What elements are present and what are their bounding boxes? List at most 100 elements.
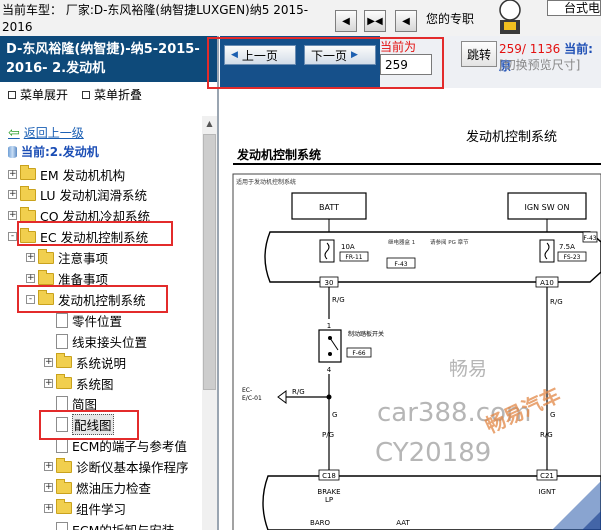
prev-page-label: 上一页 [241, 48, 278, 63]
wire-g-2: G [550, 411, 555, 419]
ec-ref-1: EC- [242, 387, 252, 394]
folder-icon [38, 290, 54, 306]
fuse1-amp: 10A [341, 243, 355, 251]
page-current: 259 [499, 42, 522, 56]
tree-item-label: 系统说明 [76, 355, 127, 371]
expand-icon[interactable]: + [44, 378, 53, 388]
tree-item-label: 零件位置 [72, 313, 123, 329]
menu-controls: 菜单展开 菜单折叠 [0, 86, 217, 102]
square-icon [8, 90, 16, 99]
jump-button[interactable]: 跳转 [461, 41, 497, 67]
nav-back-button[interactable]: ◀ [335, 10, 357, 32]
tree-item[interactable]: - 发动机控制系统 [26, 290, 146, 308]
tree-item[interactable]: + EM 发动机机构 [8, 165, 125, 183]
document-icon [56, 312, 68, 328]
menu-collapse-button[interactable]: 菜单折叠 [82, 86, 142, 103]
expand-icon[interactable]: + [8, 190, 17, 200]
lp-label: LP [325, 496, 333, 504]
tree-item[interactable]: ECM的拆卸与安装 [44, 520, 174, 530]
expand-icon[interactable]: + [26, 274, 35, 283]
folder-icon [56, 499, 72, 515]
tree-item-label: 系统图 [76, 376, 114, 392]
pin-1: 1 [327, 322, 331, 330]
next-page-button[interactable]: 下一页 ▶ [304, 45, 376, 65]
pager-bar: ◀ 上一页 下一页 ▶ [220, 36, 380, 88]
menu-expand-button[interactable]: 菜单展开 [8, 86, 68, 103]
toggle-preview-size-link[interactable]: [切换预览尺寸] [499, 56, 580, 73]
tree-item[interactable]: + 系统图 [44, 374, 114, 392]
tree-item[interactable]: + 诊断仪基本操作程序 [44, 457, 189, 476]
fuse1-code: FR-11 [345, 254, 362, 261]
panel-divider [217, 36, 219, 530]
next-page-label: 下一页 [311, 48, 348, 63]
ec-ref-2: E/C-01 [242, 395, 262, 402]
double-arrow-icon: ▶◀ [367, 15, 383, 27]
folder-icon [38, 269, 54, 285]
nav-toggle-button[interactable]: ▶◀ [364, 10, 386, 32]
tree-scrollbar[interactable]: ▲ [202, 116, 217, 530]
wire-rg-2: R/G [550, 298, 563, 306]
tree-item[interactable]: 零件位置 [44, 311, 122, 329]
folder-icon [20, 185, 36, 201]
tree-item[interactable]: + 燃油压力检查 [44, 478, 151, 497]
folder-icon [56, 353, 72, 369]
mascot-logo-icon [499, 0, 521, 34]
tree-item[interactable]: - EC 发动机控制系统 [8, 227, 149, 246]
tree-item[interactable]: + LU 发动机润滑系统 [8, 185, 147, 204]
tree-item[interactable]: + CO 发动机冷却系统 [8, 206, 150, 225]
brand-label: 台式电 [547, 0, 601, 16]
pin-c18: C18 [322, 472, 336, 480]
wire-pg-1: P/G [322, 431, 334, 439]
document-icon [56, 417, 68, 433]
expand-icon[interactable]: + [44, 483, 53, 492]
batt-label: BATT [319, 203, 339, 212]
expand-icon[interactable]: + [26, 253, 35, 263]
folder-icon [20, 227, 36, 243]
tree-item[interactable]: 配线图 [44, 414, 114, 436]
expand-icon[interactable]: + [8, 211, 17, 221]
tree-item[interactable]: + 系统说明 [44, 353, 126, 371]
fuse2-amp: 7.5A [559, 243, 575, 251]
navigation-tree: ⇦ 返回上一级 当前:2.发动机 + EM 发动机机构 + LU 发动机润滑系统 + CO… [0, 116, 202, 530]
tree-item-label: 诊断仪基本操作程序 [76, 460, 189, 476]
nav-forward-button[interactable]: ◀ [395, 10, 417, 32]
page-number-input[interactable] [380, 54, 432, 75]
tree-item-label: 准备事项 [58, 272, 109, 287]
menu-expand-label: 菜单展开 [20, 88, 69, 102]
back-up-link[interactable]: ⇦ 返回上一级 [8, 124, 84, 141]
triangle-right-icon: ▶ [351, 50, 358, 60]
tree-item-label: 配线图 [72, 414, 114, 436]
folder-icon [20, 165, 36, 180]
expand-icon[interactable]: + [44, 462, 53, 472]
pin-30: 30 [325, 279, 334, 287]
profession-text: 您的专职 [426, 12, 475, 26]
tree-item[interactable]: + 注意事项 [26, 248, 108, 267]
current-node-label: 当前:2.发动机 [8, 143, 99, 160]
ign-label: IGN SW ON [525, 203, 570, 212]
collapse-icon[interactable]: - [26, 294, 35, 304]
folder-icon [20, 206, 36, 222]
tree-item[interactable]: + 组件学习 [44, 499, 126, 517]
left-panel-header: D-东风裕隆(纳智捷)-纳5-2015-2016- 2.发动机 [0, 36, 217, 82]
tree-item-label: EC 发动机控制系统 [40, 230, 149, 246]
tree-item[interactable]: ECM的端子与参考值 [44, 437, 187, 455]
arrow-left-icon: ⇦ [8, 124, 20, 141]
tree-item-label: LU 发动机润滑系统 [40, 188, 147, 204]
expand-icon[interactable]: + [8, 169, 17, 179]
document-icon [56, 396, 68, 412]
tree-item-label: EM 发动机机构 [40, 167, 126, 183]
scroll-up-icon[interactable]: ▲ [202, 116, 217, 131]
current-page-label: 当前为 [380, 40, 417, 54]
scroll-thumb[interactable] [203, 134, 216, 390]
prev-page-button[interactable]: ◀ 上一页 [224, 45, 296, 65]
document-icon [56, 521, 68, 530]
folder-icon [38, 248, 54, 264]
expand-icon[interactable]: + [44, 503, 53, 513]
pin-4: 4 [327, 366, 332, 374]
tree-item[interactable]: 简图 [44, 395, 97, 413]
document-icon [56, 438, 68, 454]
tree-item[interactable]: + 准备事项 [26, 269, 109, 288]
expand-icon[interactable]: + [44, 357, 53, 367]
collapse-icon[interactable]: - [8, 232, 17, 242]
tree-item[interactable]: 线束接头位置 [44, 332, 147, 350]
